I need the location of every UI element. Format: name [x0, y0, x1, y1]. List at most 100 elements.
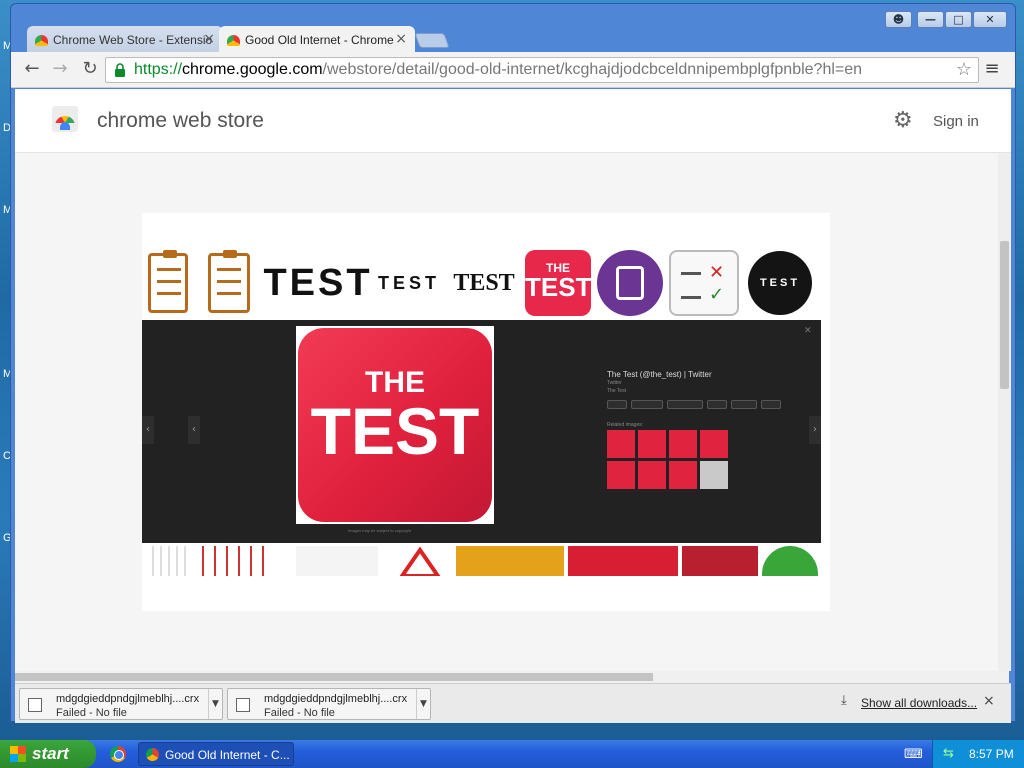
- viewer-button[interactable]: [667, 400, 703, 409]
- the-test-icon-image: THE TEST: [524, 249, 592, 317]
- download-item[interactable]: mdgdgieddpndgjlmeblhj....crx Failed - No…: [19, 688, 223, 720]
- big-line1: THE: [365, 366, 425, 399]
- test-text-image: TEST: [453, 269, 515, 296]
- related-image[interactable]: [700, 430, 728, 458]
- viewer-close-icon[interactable]: ✕: [804, 326, 812, 336]
- tab-close-icon[interactable]: ×: [395, 31, 407, 47]
- start-button[interactable]: start: [0, 740, 96, 768]
- keyboard-icon[interactable]: ⌨: [904, 747, 923, 762]
- minimize-button[interactable]: —: [917, 11, 944, 28]
- viewer-sub2: The Test: [607, 388, 627, 394]
- download-name: mdgdgieddpndgjlmeblhj....crx: [56, 693, 200, 705]
- page-content: chrome web store ⚙ Sign in TEST TEST TES…: [15, 89, 1011, 671]
- horizontal-scrollbar[interactable]: [15, 671, 1009, 683]
- url-host: chrome.google.com: [182, 61, 323, 78]
- image-results-strip-2: [142, 546, 826, 576]
- viewer-button[interactable]: [707, 400, 727, 409]
- test-sign-image: [682, 546, 758, 576]
- next-arrow-icon[interactable]: ›: [809, 416, 821, 444]
- keyboard-image: [192, 546, 274, 576]
- browser-window: ☻ — □ ✕ Chrome Web Store - Extensio × Go…: [10, 3, 1016, 723]
- viewer-footer: Images may be subject to copyright: [348, 528, 411, 533]
- big-line2: TEST: [310, 394, 480, 468]
- related-image[interactable]: [669, 430, 697, 458]
- url-scheme: https://: [134, 61, 183, 78]
- scrollbar-thumb[interactable]: [1000, 241, 1009, 389]
- image-results-strip: TEST TEST TEST THE TEST ✕ ✓ TEST: [142, 249, 826, 317]
- related-image[interactable]: [669, 461, 697, 489]
- reload-button[interactable]: ↻: [79, 58, 101, 80]
- url-path: /webstore/detail/good-old-internet/kcgha…: [322, 61, 863, 78]
- scrollbar-thumb[interactable]: [15, 673, 653, 681]
- network-icon[interactable]: ⇆: [943, 746, 954, 761]
- vertical-scrollbar[interactable]: [998, 153, 1011, 671]
- windows-flag-icon: [10, 746, 26, 762]
- chrome-web-store-logo-icon[interactable]: [52, 106, 78, 132]
- viewer-button[interactable]: [731, 400, 757, 409]
- taskbar-button-chrome[interactable]: Good Old Internet - C...: [138, 742, 294, 766]
- prev-arrow-icon[interactable]: ‹: [142, 416, 154, 444]
- tab-title: Good Old Internet - Chrome: [245, 33, 394, 47]
- related-image[interactable]: [638, 430, 666, 458]
- download-status: Failed - No file: [264, 707, 335, 719]
- viewer-button[interactable]: [607, 400, 627, 409]
- tab-strip: ☻ — □ ✕ Chrome Web Store - Extensio × Go…: [11, 4, 1015, 53]
- large-preview-image: THE TEST: [296, 326, 494, 524]
- prev-arrow-icon[interactable]: ‹: [188, 416, 200, 444]
- test-text-image: TEST: [377, 272, 440, 293]
- test-banner-image: [568, 546, 678, 576]
- warning-sign-image: [399, 546, 441, 576]
- keyboard-image: [146, 546, 188, 576]
- maximize-button[interactable]: □: [945, 11, 972, 28]
- show-all-downloads-link[interactable]: Show all downloads...: [861, 696, 977, 710]
- chrome-store-favicon-icon: [35, 35, 48, 46]
- tab-chrome-web-store[interactable]: Chrome Web Store - Extensio ×: [27, 26, 223, 53]
- settings-gear-icon[interactable]: ⚙: [893, 108, 913, 133]
- back-button[interactable]: ←: [21, 58, 43, 80]
- tab-good-old-internet[interactable]: Good Old Internet - Chrome ×: [219, 26, 415, 53]
- image-viewer-panel: ‹ ‹ THE TEST The Test (@the_test) | Twit…: [142, 320, 821, 543]
- download-shelf: mdgdgieddpndgjlmeblhj....crx Failed - No…: [15, 683, 1011, 723]
- profile-button[interactable]: ☻: [885, 11, 912, 28]
- tab-close-icon[interactable]: ×: [203, 31, 215, 47]
- red-icon-line1: THE: [546, 261, 570, 275]
- sign-in-link[interactable]: Sign in: [933, 113, 979, 130]
- cws-title[interactable]: chrome web store: [97, 109, 264, 133]
- chrome-store-favicon-icon: [227, 35, 240, 46]
- download-name: mdgdgieddpndgjlmeblhj....crx: [264, 693, 408, 705]
- extension-screenshot: TEST TEST TEST THE TEST ✕ ✓ TEST ‹ ‹ THE…: [142, 213, 830, 611]
- related-image[interactable]: [607, 461, 635, 489]
- forward-button[interactable]: →: [49, 58, 71, 80]
- chevron-down-icon[interactable]: ▼: [208, 689, 222, 719]
- clipboard-image: [194, 249, 264, 317]
- chevron-down-icon[interactable]: ▼: [416, 689, 430, 719]
- chrome-quicklaunch-icon[interactable]: [110, 746, 126, 762]
- related-label: Related images:: [607, 422, 644, 428]
- chrome-icon: [146, 748, 159, 761]
- related-images-grid: [607, 430, 728, 489]
- viewer-buttons: [607, 400, 781, 409]
- related-image[interactable]: [638, 461, 666, 489]
- download-icon: ⤓: [841, 693, 847, 708]
- checklist-image: ✕ ✓: [668, 249, 740, 317]
- viewer-button[interactable]: [631, 400, 663, 409]
- close-shelf-icon[interactable]: ×: [983, 693, 995, 709]
- answer-sheet-image: [296, 546, 378, 576]
- close-window-button[interactable]: ✕: [973, 11, 1007, 28]
- address-bar[interactable]: https://chrome.google.com/webstore/detai…: [105, 57, 979, 83]
- lock-icon: [115, 63, 125, 77]
- red-icon-line2: TEST: [525, 272, 592, 302]
- start-label: start: [32, 744, 69, 763]
- download-status: Failed - No file: [56, 707, 127, 719]
- related-image[interactable]: [607, 430, 635, 458]
- file-icon: [236, 698, 250, 712]
- clock: 8:57 PM: [969, 747, 1014, 761]
- related-image[interactable]: [700, 461, 728, 489]
- viewer-button[interactable]: [761, 400, 781, 409]
- bookmark-star-icon[interactable]: ☆: [956, 59, 972, 80]
- new-tab-button[interactable]: [414, 33, 450, 48]
- clipboard-image: [148, 249, 188, 317]
- purple-clipboard-image: [596, 249, 664, 317]
- chrome-menu-icon[interactable]: ≡: [981, 58, 1003, 80]
- download-item[interactable]: mdgdgieddpndgjlmeblhj....crx Failed - No…: [227, 688, 431, 720]
